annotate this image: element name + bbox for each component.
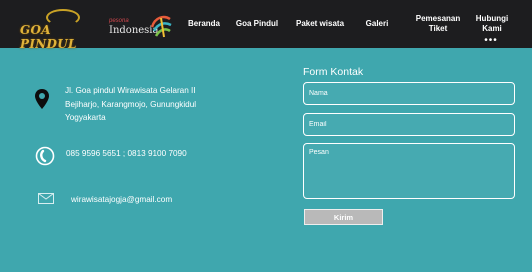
- nav-beranda[interactable]: Beranda: [181, 0, 227, 48]
- nav-goa-pindul[interactable]: Goa Pindul: [230, 0, 284, 48]
- nav-pemesanan-tiket[interactable]: Pemesanan Tiket: [409, 0, 467, 48]
- navbar: GOA PINDUL pesona Indonesia Beranda Goa …: [0, 0, 532, 51]
- nav-paket-wisata[interactable]: Paket wisata: [289, 0, 351, 48]
- contact-address: Jl. Goa pindul Wirawisata Gelaran II Bej…: [65, 86, 197, 122]
- goa-pindul-logo[interactable]: GOA PINDUL: [20, 9, 104, 51]
- contact-email[interactable]: wirawisatajogja@gmail.com: [71, 195, 172, 204]
- message-textarea[interactable]: [303, 143, 515, 199]
- nav-galeri[interactable]: Galeri: [361, 0, 393, 48]
- partner-logo-small: pesona: [109, 18, 129, 24]
- pesona-indonesia-logo: pesona Indonesia: [108, 13, 174, 39]
- mail-icon: [38, 193, 54, 204]
- nav-active-indicator: •••: [484, 35, 498, 46]
- logo-text: GOA PINDUL: [20, 23, 77, 51]
- wonderful-mark-icon: [150, 15, 172, 38]
- email-input[interactable]: [303, 113, 515, 136]
- submit-button[interactable]: Kirim: [304, 209, 383, 225]
- contact-phone: 085 9596 5651 ; 0813 9100 7090: [66, 149, 187, 158]
- phone-icon: [35, 146, 55, 166]
- name-input[interactable]: [303, 82, 515, 105]
- form-title: Form Kontak: [303, 66, 364, 78]
- map-pin-icon: [35, 89, 49, 109]
